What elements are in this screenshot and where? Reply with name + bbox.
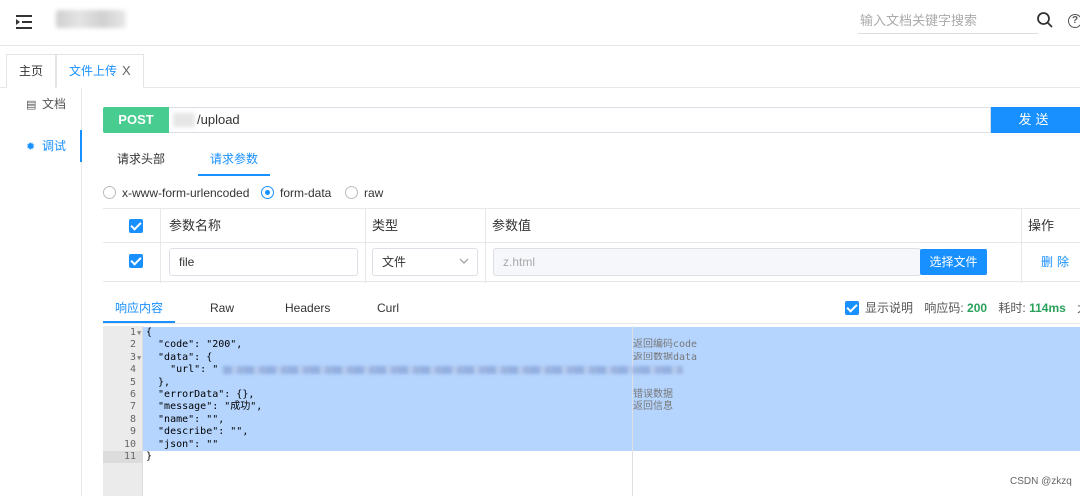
field-note-data: 返回数据data <box>633 351 698 360</box>
document-icon: ▤ <box>26 99 37 111</box>
code-line: "errorData": {}, <box>146 389 255 400</box>
header-action: 操作 <box>1028 218 1055 233</box>
line-number: 10 <box>123 438 136 450</box>
line-number-gutter: 1 ▼ 2 3 ▼ 4 5 6 7 8 9 10 11 <box>103 326 143 496</box>
url-path: /upload <box>197 112 240 127</box>
bug-icon: ✹ <box>26 141 36 153</box>
line-number: 7 <box>129 401 136 413</box>
code-line: }, <box>146 376 171 388</box>
param-value-input: z.html <box>493 248 921 276</box>
http-method-badge: POST <box>103 107 169 133</box>
code-line: "code": "200", <box>146 339 243 351</box>
show-description-label: 显示说明 <box>865 301 914 315</box>
tab-response-raw[interactable]: Raw <box>198 297 246 323</box>
text-selection <box>143 327 1080 451</box>
fold-arrow-icon[interactable]: ▼ <box>137 352 141 364</box>
radio-label: raw <box>364 186 384 200</box>
field-note-message: 返回信息 <box>633 401 673 413</box>
code-line: "message": "成功", <box>146 401 263 413</box>
param-type-select[interactable]: 文件 <box>372 248 478 276</box>
close-icon[interactable]: X <box>122 63 131 78</box>
delete-row-link[interactable]: 删除 <box>1041 249 1073 275</box>
menu-fold-icon[interactable] <box>14 12 36 32</box>
col-divider <box>160 209 161 283</box>
tab-request-params[interactable]: 请求参数 <box>198 147 271 176</box>
help-icon[interactable]: ? <box>1068 14 1080 28</box>
sidebar-item-docs[interactable]: ▤ 文档 <box>0 88 82 120</box>
top-header: ? <box>0 0 1080 46</box>
radio-dot <box>261 186 274 199</box>
url-host-redacted <box>173 113 195 127</box>
code-line: "data": { <box>146 351 213 363</box>
select-all-checkbox[interactable] <box>129 219 143 233</box>
radio-label: x-www-form-urlencoded <box>122 186 250 200</box>
status-code-label: 响应码: <box>924 301 964 315</box>
row-checkbox[interactable] <box>129 254 143 268</box>
header-type: 类型 <box>372 218 399 233</box>
params-table: 参数名称 类型 参数值 操作 file 文件 z.html 选择文件 删除 <box>103 208 1080 283</box>
tab-home-label: 主页 <box>19 64 44 78</box>
elapsed-time-label: 耗时: <box>998 301 1026 315</box>
response-info: 显示说明 响应码: 200 耗时: 114ms 大小 <box>845 300 1080 316</box>
radio-dot <box>103 186 116 199</box>
header-param-value: 参数值 <box>492 218 532 233</box>
code-line: { <box>146 327 153 338</box>
param-type-value: 文件 <box>382 255 407 269</box>
table-divider <box>103 242 1080 243</box>
tab-request-headers[interactable]: 请求头部 <box>105 147 177 176</box>
radio-raw[interactable]: raw <box>345 185 383 203</box>
line-number: 5 <box>129 376 136 388</box>
fold-arrow-icon[interactable]: ▼ <box>137 327 141 339</box>
tab-response-curl[interactable]: Curl <box>365 297 411 323</box>
search-icon[interactable] <box>1036 11 1054 29</box>
radio-urlencoded[interactable]: x-www-form-urlencoded <box>103 185 249 203</box>
page-tabs: 主页 文件上传 X <box>0 48 1080 88</box>
url-input[interactable]: /upload <box>169 107 991 133</box>
elapsed-time-value: 114ms <box>1029 301 1066 315</box>
code-line: "json": "" <box>146 438 219 450</box>
status-code-value: 200 <box>967 301 988 315</box>
code-line: } <box>146 451 153 462</box>
watermark: CSDN @zkzq <box>1010 476 1072 487</box>
line-number: 2 <box>129 339 136 351</box>
line-number: 3 <box>129 351 136 363</box>
code-line: "url": " <box>146 364 219 376</box>
chevron-down-icon <box>459 258 469 264</box>
choose-file-button[interactable]: 选择文件 <box>920 249 987 275</box>
tab-response-headers[interactable]: Headers <box>273 297 342 323</box>
app-logo <box>56 10 126 28</box>
tab-file-upload-label: 文件上传 <box>69 64 118 78</box>
sidebar-item-label: 调试 <box>42 139 67 153</box>
code-line: "name": "", <box>146 413 225 425</box>
header-param-name: 参数名称 <box>169 218 222 233</box>
tab-file-upload[interactable]: 文件上传 X <box>56 54 144 88</box>
tab-response-content[interactable]: 响应内容 <box>103 297 176 323</box>
sidebar-item-debug[interactable]: ✹ 调试 <box>0 130 82 162</box>
search-input[interactable] <box>858 8 1038 34</box>
code-line: "describe": "", <box>146 426 249 438</box>
radio-label: form-data <box>280 186 332 200</box>
request-tabs: 请求头部 请求参数 <box>103 147 1080 177</box>
response-code-editor[interactable]: 1 ▼ 2 3 ▼ 4 5 6 7 8 9 10 11 { "code": "2… <box>103 326 1080 496</box>
line-number: 4 <box>129 364 136 376</box>
param-name-input[interactable]: file <box>169 248 358 276</box>
line-number: 1 <box>129 327 136 338</box>
radio-form-data[interactable]: form-data <box>261 185 331 203</box>
radio-dot <box>345 186 358 199</box>
sidebar: ▤ 文档 ✹ 调试 <box>0 88 82 496</box>
send-button[interactable]: 发送 <box>991 107 1080 133</box>
line-number: 6 <box>129 389 136 400</box>
line-number: 8 <box>129 413 136 425</box>
line-number: 9 <box>129 426 136 438</box>
field-note-code: 返回编码code <box>633 339 698 351</box>
show-description-checkbox[interactable] <box>845 301 859 315</box>
url-value-redacted <box>223 366 683 374</box>
code-area[interactable]: { "code": "200", "data": { "url": " }, "… <box>143 326 1080 496</box>
line-number: 11 <box>103 451 143 464</box>
sidebar-item-label: 文档 <box>42 97 67 111</box>
tab-home[interactable]: 主页 <box>6 54 57 88</box>
field-note-errordata: 错误数据 <box>633 389 673 400</box>
